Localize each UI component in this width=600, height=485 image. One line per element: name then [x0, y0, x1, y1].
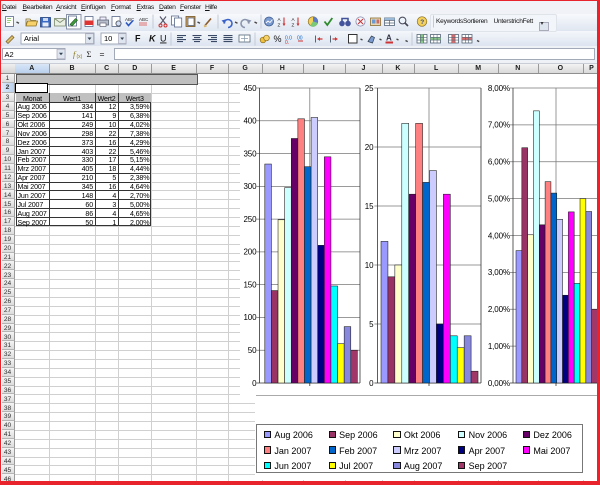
svg-text:1,00%: 1,00%	[488, 342, 510, 351]
svg-text:K: K	[149, 34, 157, 44]
svg-text:8,00%: 8,00%	[488, 84, 510, 93]
svg-text:0: 0	[252, 379, 257, 388]
svg-text:A: A	[292, 17, 296, 22]
svg-text:100: 100	[243, 313, 257, 322]
svg-text:=: =	[100, 49, 105, 59]
svg-text:400: 400	[243, 117, 257, 126]
svg-text:5,00%: 5,00%	[488, 194, 510, 203]
svg-text:200: 200	[243, 248, 257, 257]
svg-text:300: 300	[243, 182, 257, 191]
svg-text:5: 5	[369, 320, 374, 329]
svg-text:U: U	[160, 34, 167, 44]
svg-text:4,00%: 4,00%	[488, 231, 510, 240]
svg-text:A: A	[386, 34, 392, 43]
svg-text:25: 25	[365, 84, 374, 93]
svg-text:2,00%: 2,00%	[488, 305, 510, 314]
svg-text:Z: Z	[278, 23, 281, 28]
svg-text:F: F	[135, 34, 141, 44]
svg-text:450: 450	[243, 84, 257, 93]
svg-text:0: 0	[369, 379, 374, 388]
svg-text:ABC: ABC	[125, 17, 135, 22]
svg-text:0.: 0.	[285, 40, 289, 46]
svg-text:10: 10	[365, 261, 374, 270]
svg-text:ABC: ABC	[139, 17, 149, 22]
svg-text:20: 20	[365, 143, 374, 152]
svg-text:0,00%: 0,00%	[488, 379, 510, 388]
svg-text:Arial: Arial	[24, 34, 39, 43]
svg-text:50: 50	[248, 346, 257, 355]
svg-text:6,00%: 6,00%	[488, 158, 510, 167]
svg-text:10: 10	[104, 34, 112, 43]
svg-text:350: 350	[243, 149, 257, 158]
svg-text:15: 15	[365, 202, 374, 211]
svg-text:A: A	[278, 17, 282, 22]
svg-text:?: ?	[420, 19, 424, 26]
svg-text:Z: Z	[292, 23, 295, 28]
svg-text:150: 150	[243, 280, 257, 289]
svg-text:A2: A2	[5, 50, 14, 59]
svg-text:3,00%: 3,00%	[488, 268, 510, 277]
svg-text:(x): (x)	[77, 54, 83, 60]
svg-text:250: 250	[243, 215, 257, 224]
svg-text:Σ: Σ	[87, 49, 92, 59]
svg-text:7,00%: 7,00%	[488, 121, 510, 130]
svg-text:%: %	[274, 34, 282, 44]
